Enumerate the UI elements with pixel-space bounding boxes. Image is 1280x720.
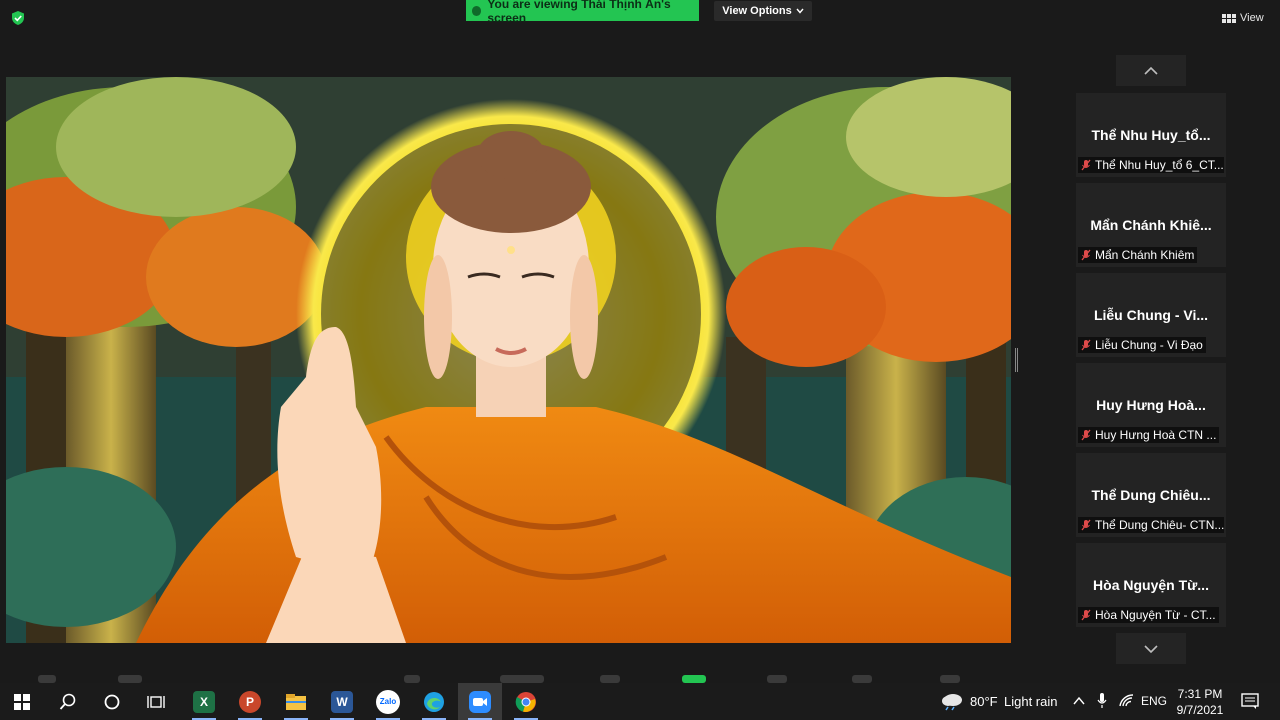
chevron-down-icon <box>796 8 804 14</box>
weather-temp[interactable]: 80°F <box>970 694 998 709</box>
mic-muted-icon <box>1081 339 1091 351</box>
reactions-button[interactable] <box>852 675 872 683</box>
security-shield-icon[interactable] <box>10 10 26 26</box>
start-button[interactable] <box>0 683 44 720</box>
mute-button[interactable] <box>38 675 56 683</box>
buddha-illustration <box>6 77 1011 643</box>
mic-muted-icon <box>1081 519 1091 531</box>
zalo-taskbar-button[interactable]: Zalo <box>366 683 410 720</box>
scroll-up-button[interactable] <box>1116 55 1186 86</box>
cortana-button[interactable] <box>90 683 134 720</box>
chevron-up-icon <box>1144 66 1158 75</box>
participant-label-text: Mẩn Chánh Khiêm <box>1095 248 1195 262</box>
powerpoint-icon: P <box>239 690 261 713</box>
participant-name: Thể Dung Chiêu... <box>1091 487 1211 503</box>
chrome-icon <box>515 691 536 712</box>
search-button[interactable] <box>46 683 90 720</box>
participant-label: Liễu Chung - Vi Đạo <box>1078 337 1206 353</box>
participant-label-text: Thể Dung Chiêu- CTN... <box>1095 518 1224 532</box>
zoom-taskbar-button[interactable] <box>458 683 502 720</box>
task-view-icon <box>147 695 165 708</box>
participant-tile[interactable]: Mẩn Chánh Khiê... Mẩn Chánh Khiêm <box>1076 183 1226 267</box>
participant-label: Hòa Nguyện Từ - CT... <box>1078 607 1219 623</box>
participant-tile[interactable]: Thể Nhu Huy_tổ... Thể Nhu Huy_tổ 6_CT... <box>1076 93 1226 177</box>
cortana-icon <box>104 694 120 709</box>
participant-label: Mẩn Chánh Khiêm <box>1078 247 1198 263</box>
edge-taskbar-button[interactable] <box>412 683 456 720</box>
file-explorer-icon <box>286 693 306 710</box>
mic-muted-icon <box>1081 249 1091 261</box>
apps-button[interactable] <box>940 675 960 683</box>
notification-icon[interactable] <box>1241 693 1259 709</box>
file-explorer-taskbar-button[interactable] <box>274 683 318 720</box>
windows-start-icon <box>14 693 30 710</box>
clock-time: 7:31 PM <box>1177 687 1223 701</box>
search-icon <box>59 693 76 710</box>
participant-name: Thể Nhu Huy_tổ... <box>1091 127 1211 143</box>
windows-taskbar: X P W Zalo 80°F Light rain ENG <box>0 683 1280 720</box>
participants-button[interactable] <box>500 675 544 683</box>
zoom-icon <box>469 690 491 713</box>
participant-tile[interactable]: Liễu Chung - Vi... Liễu Chung - Vi Đạo <box>1076 273 1226 357</box>
split-resize-handle[interactable] <box>1015 348 1018 372</box>
participant-tile[interactable]: Hòa Nguyện Từ... Hòa Nguyện Từ - CT... <box>1076 543 1226 627</box>
chat-button[interactable] <box>600 675 620 683</box>
clock-date: 9/7/2021 <box>1176 703 1224 717</box>
input-language[interactable]: ENG <box>1141 694 1167 708</box>
word-icon: W <box>331 690 353 713</box>
taskbar-clock[interactable]: 7:31 PM 9/7/2021 <box>1175 686 1225 718</box>
participant-label-text: Liễu Chung - Vi Đạo <box>1095 338 1203 352</box>
chevron-up-icon[interactable] <box>1073 696 1085 706</box>
screen-share-icon <box>472 5 482 16</box>
shared-screen[interactable] <box>6 77 1011 643</box>
excel-taskbar-button[interactable]: X <box>182 683 226 720</box>
mic-muted-icon <box>1081 609 1091 621</box>
chevron-down-icon <box>1144 644 1158 653</box>
security-button[interactable] <box>404 675 420 683</box>
chrome-taskbar-button[interactable] <box>504 683 548 720</box>
excel-icon: X <box>193 690 215 713</box>
viewing-screen-banner: You are viewing Thái Thịnh Ân's screen <box>466 0 699 25</box>
share-screen-button[interactable] <box>682 675 706 683</box>
video-button[interactable] <box>118 675 142 683</box>
participant-name: Hòa Nguyện Từ... <box>1093 577 1209 593</box>
participant-label-text: Thể Nhu Huy_tổ 6_CT... <box>1095 158 1224 172</box>
participant-tile[interactable]: Huy Hưng Hoà... Huy Hưng Hoà CTN ... <box>1076 363 1226 447</box>
participant-label: Thể Nhu Huy_tổ 6_CT... <box>1078 157 1224 173</box>
weather-rain-icon[interactable] <box>940 691 964 711</box>
participant-name: Mẩn Chánh Khiê... <box>1090 217 1212 233</box>
participant-label-text: Huy Hưng Hoà CTN ... <box>1095 428 1217 442</box>
view-options-button[interactable]: View Options <box>714 1 812 21</box>
participant-name: Liễu Chung - Vi... <box>1093 307 1209 323</box>
view-label: View <box>1240 12 1264 24</box>
viewing-banner-text: You are viewing Thái Thịnh Ân's screen <box>487 0 671 25</box>
microphone-icon[interactable] <box>1097 693 1107 709</box>
participant-tile[interactable]: Thể Dung Chiêu... Thể Dung Chiêu- CTN... <box>1076 453 1226 537</box>
participant-label-text: Hòa Nguyện Từ - CT... <box>1095 608 1216 622</box>
mic-muted-icon <box>1081 159 1091 171</box>
wifi-icon[interactable] <box>1119 694 1135 708</box>
view-options-label: View Options <box>722 5 792 17</box>
word-taskbar-button[interactable]: W <box>320 683 364 720</box>
task-view-button[interactable] <box>134 683 178 720</box>
weather-condition[interactable]: Light rain <box>1004 694 1057 709</box>
powerpoint-taskbar-button[interactable]: P <box>228 683 272 720</box>
grid-view-icon <box>1222 13 1236 23</box>
scroll-down-button[interactable] <box>1116 633 1186 664</box>
participant-label: Huy Hưng Hoà CTN ... <box>1078 427 1220 443</box>
view-button[interactable]: View <box>1222 9 1270 27</box>
participant-name: Huy Hưng Hoà... <box>1096 397 1206 413</box>
zalo-icon: Zalo <box>376 689 400 714</box>
participant-label: Thể Dung Chiêu- CTN... <box>1078 517 1224 533</box>
record-button[interactable] <box>767 675 787 683</box>
mic-muted-icon <box>1081 429 1091 441</box>
edge-icon <box>424 691 444 712</box>
